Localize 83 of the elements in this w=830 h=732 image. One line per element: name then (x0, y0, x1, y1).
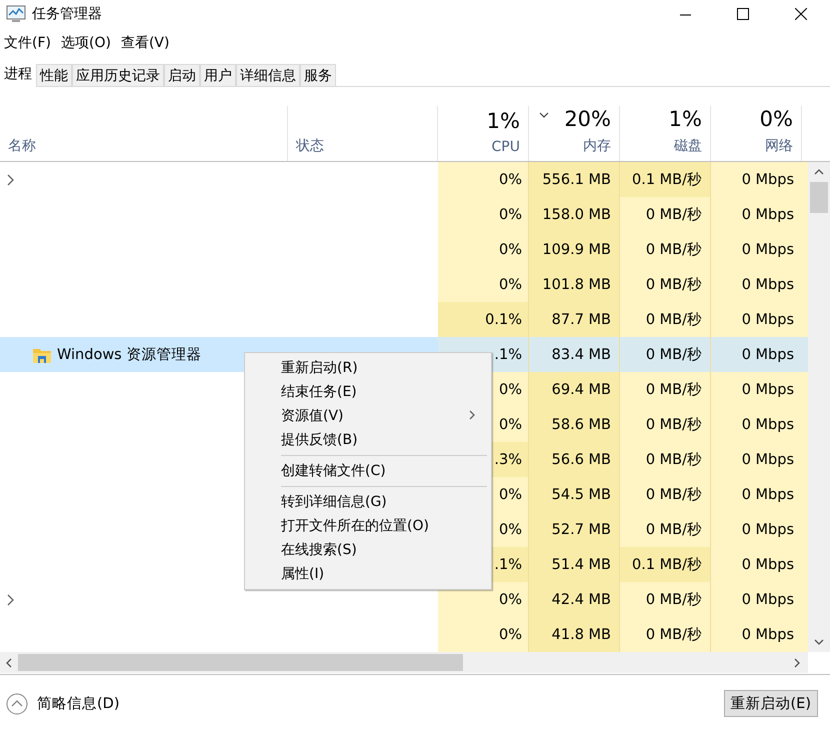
table-cell: 0 Mbps (711, 267, 808, 302)
restart-button[interactable]: 重新启动(E) (724, 690, 818, 717)
tab[interactable]: 用户 (200, 64, 236, 86)
table-cell: 0 MB/秒 (620, 617, 711, 652)
table-cell: 0 Mbps (711, 547, 808, 582)
scroll-thumb[interactable] (18, 654, 463, 671)
tab[interactable]: 性能 (36, 64, 72, 86)
column-header[interactable]: 状态 (296, 137, 324, 155)
up-chevron-icon (814, 169, 824, 175)
tab[interactable]: 服务 (300, 64, 336, 86)
table-cell: 0 Mbps (711, 302, 808, 337)
table-cell: 0 MB/秒 (620, 337, 711, 372)
column-header[interactable]: 网络 (765, 137, 793, 155)
menu-item[interactable]: 查看(V) (120, 34, 170, 56)
table-cell: 83.4 MB (529, 337, 620, 372)
table-cell: 0 MB/秒 (620, 232, 711, 267)
table-cell: 41.8 MB (529, 617, 620, 652)
table-cell: 0 MB/秒 (620, 442, 711, 477)
table-cell: 0 MB/秒 (620, 582, 711, 617)
table-cell: 0 MB/秒 (620, 477, 711, 512)
table-cell: 0 Mbps (711, 197, 808, 232)
table-cell: 0 Mbps (711, 372, 808, 407)
collapse-circle-icon (6, 692, 28, 714)
down-chevron-icon (814, 639, 824, 645)
table-cell: 101.8 MB (529, 267, 620, 302)
table-cell: 42.4 MB (529, 582, 620, 617)
details-toggle[interactable]: 简略信息(D) (6, 692, 120, 714)
column-total: 1% (486, 109, 520, 133)
monitor-icon (6, 5, 26, 23)
table-cell: 0% (438, 162, 529, 197)
table-cell: 556.1 MB (529, 162, 620, 197)
table-cell: 0% (438, 267, 529, 302)
table-cell: 0.1 MB/秒 (620, 547, 711, 582)
table-cell: 58.6 MB (529, 407, 620, 442)
table-cell: 0 MB/秒 (620, 407, 711, 442)
maximize-icon (737, 8, 749, 20)
column-header[interactable]: 内存 (583, 137, 611, 155)
scroll-thumb[interactable] (810, 182, 828, 213)
tab[interactable]: 应用历史记录 (72, 64, 164, 86)
table-cell: 0 MB/秒 (620, 302, 711, 337)
table-cell: 109.9 MB (529, 232, 620, 267)
column-header[interactable]: 名称 (8, 137, 36, 155)
table-cell: 0 MB/秒 (620, 512, 711, 547)
table-cell: 0% (438, 617, 529, 652)
process-name: Windows 资源管理器 (57, 346, 202, 364)
column-header[interactable]: CPU (492, 139, 520, 155)
table-cell: 158.0 MB (529, 197, 620, 232)
table-cell: 0 Mbps (711, 512, 808, 547)
table-cell: 0 Mbps (711, 582, 808, 617)
table-cell: 0 Mbps (711, 407, 808, 442)
table-cell: 0 Mbps (711, 442, 808, 477)
table-cell: 0.1 MB/秒 (620, 162, 711, 197)
folder-icon (33, 346, 51, 362)
column-total: 20% (564, 107, 611, 131)
table-cell: 0 Mbps (711, 232, 808, 267)
table-cell: 0 Mbps (711, 162, 808, 197)
table-cell: 0% (438, 197, 529, 232)
table-cell: 0 MB/秒 (620, 197, 711, 232)
table-cell: 51.4 MB (529, 547, 620, 582)
table-cell: 0 Mbps (711, 477, 808, 512)
column-total: 1% (668, 107, 702, 131)
menu-item[interactable]: 文件(F) (4, 34, 51, 56)
window-title: 任务管理器 (32, 5, 103, 23)
left-chevron-icon (6, 658, 12, 668)
table-cell: 0.1% (438, 302, 529, 337)
submenu-chevron-icon (469, 410, 477, 422)
column-header[interactable]: 磁盘 (674, 137, 702, 155)
table-cell: 0 MB/秒 (620, 372, 711, 407)
table-cell: 0 Mbps (711, 337, 808, 372)
column-total: 0% (760, 107, 793, 131)
table-cell: 0 Mbps (711, 617, 808, 652)
right-chevron-icon (794, 658, 800, 668)
tab[interactable]: 详细信息 (236, 64, 300, 86)
close-icon (795, 8, 807, 20)
table-cell: 69.4 MB (529, 372, 620, 407)
table-cell: 56.6 MB (529, 442, 620, 477)
table-cell: 54.5 MB (529, 477, 620, 512)
table-cell: 52.7 MB (529, 512, 620, 547)
tab[interactable]: 启动 (164, 64, 200, 86)
table-cell: 0 MB/秒 (620, 267, 711, 302)
table-cell: 0% (438, 232, 529, 267)
menu-item[interactable]: 选项(O) (60, 34, 111, 56)
table-cell: 87.7 MB (529, 302, 620, 337)
